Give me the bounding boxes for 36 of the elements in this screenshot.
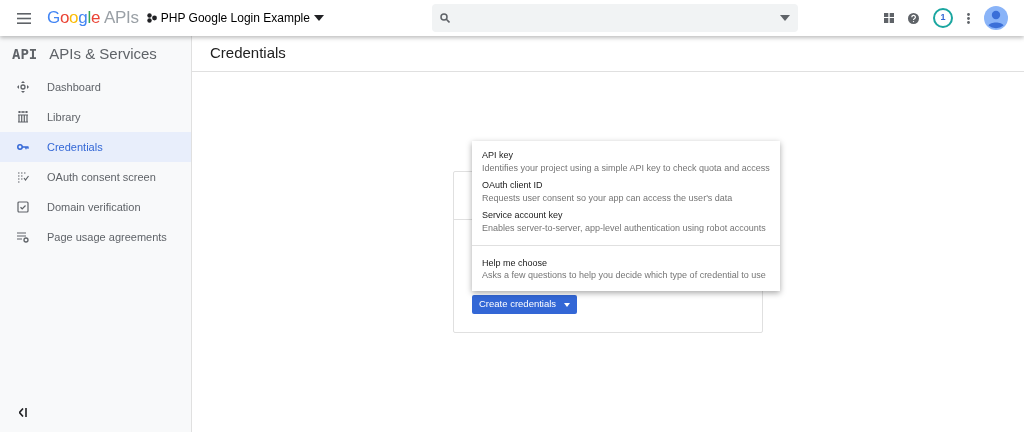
sidebar-item[interactable]: OAuth consent screen [0,162,191,192]
create-credentials-button[interactable]: Create credentials [472,295,578,314]
menu-item[interactable]: Service account key Enables server-to-server, app-level authentication using robot accounts [472,207,780,238]
checkbox-icon [17,201,29,213]
search-icon [439,13,450,23]
collapse-icon[interactable] [19,408,27,417]
section-title: APIs & Services [49,43,157,64]
sidebar-item[interactable]: Credentials [0,132,191,162]
dashboard-icon [17,81,29,93]
columns-icon [17,111,29,123]
caret-icon [564,302,571,307]
notification-badge[interactable]: 1 [933,8,953,28]
sidebar-item[interactable]: Dashboard [0,72,191,102]
avatar-icon[interactable] [984,6,1008,30]
sidebar-item[interactable]: Page usage agreements [0,222,191,252]
search-field[interactable] [431,4,798,32]
project-dots-icon [146,13,157,23]
menu-item[interactable]: Help me choose Asks a few questions to help you decide which type of credential to use [472,254,780,285]
logo-product: APIs [104,7,139,30]
sidebar-item[interactable]: Domain verification [0,192,191,222]
menu-icon[interactable] [17,12,31,24]
project-selector[interactable]: PHP Google Login Example [146,9,324,27]
page-title: Credentials [210,43,286,64]
list-gear-icon [17,231,29,243]
key-icon [17,141,29,153]
checklist-icon [17,171,29,183]
menu-item[interactable]: API key Identifies your project using a simple API key to check quota and access [472,147,780,178]
sidebar-item[interactable]: Library [0,102,191,132]
caret-icon [313,15,324,21]
caret-icon [779,15,790,21]
more-icon[interactable] [967,12,970,24]
api-logo: API [12,44,38,64]
menu-item[interactable]: OAuth client ID Requests user consent so your app can access the user's data [472,177,780,208]
gift-icon[interactable] [884,13,894,23]
help-icon[interactable] [908,12,919,24]
logo-brand: Google [47,7,101,30]
